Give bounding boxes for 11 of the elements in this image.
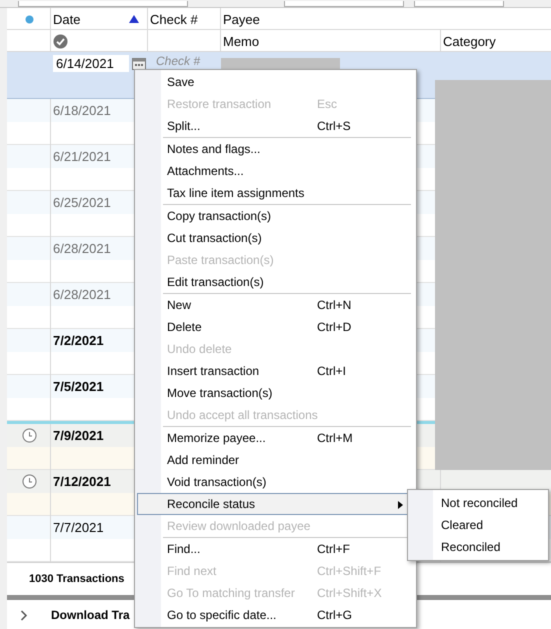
date-cell: 6/21/2021 [53, 149, 111, 164]
date-cell: 7/5/2021 [53, 379, 104, 394]
date-cell: 6/28/2021 [53, 241, 111, 256]
date-cell: 7/9/2021 [53, 428, 104, 443]
date-cell: 6/18/2021 [53, 103, 111, 118]
date-cell: 7/7/2021 [53, 520, 104, 535]
date-cell: 7/2/2021 [53, 333, 104, 348]
date-cell: 6/25/2021 [53, 195, 111, 210]
date-cell: 7/12/2021 [53, 474, 111, 489]
date-cell: 6/28/2021 [53, 287, 111, 302]
transaction-count: 1030 Transactions [29, 573, 124, 585]
